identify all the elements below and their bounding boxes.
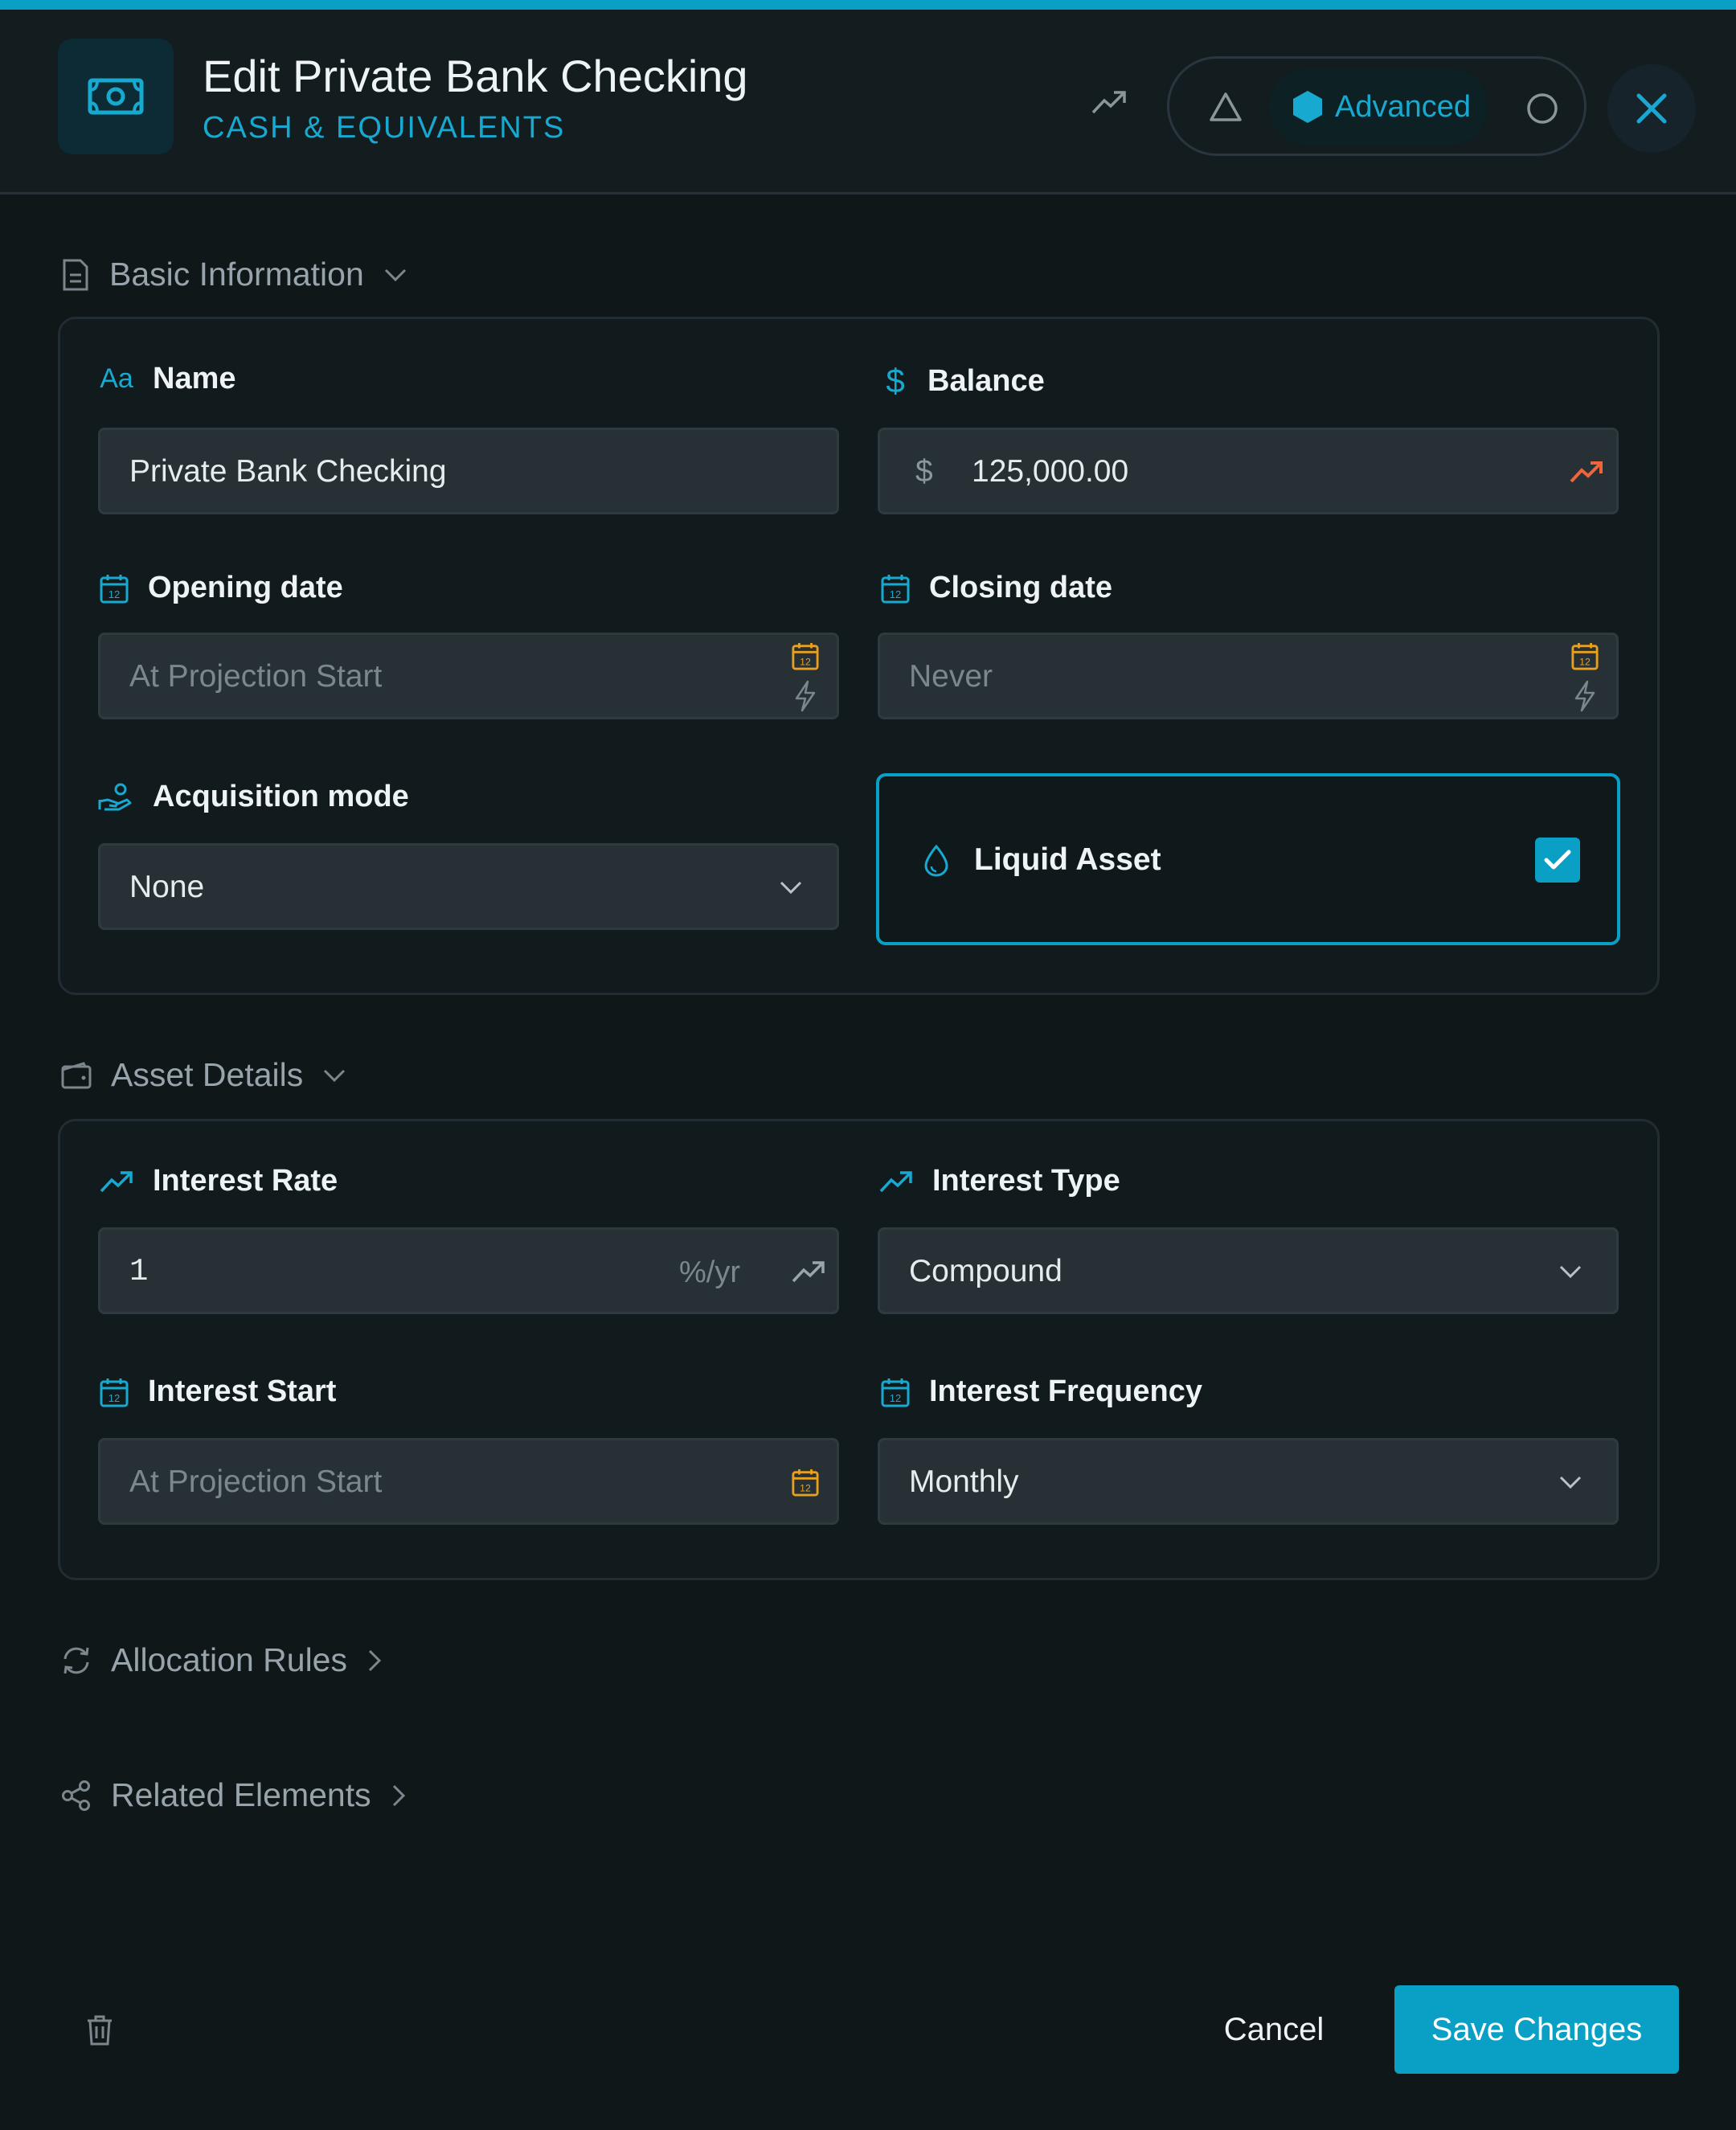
lightning-icon[interactable] — [793, 680, 817, 712]
chevron-down-icon — [779, 879, 803, 895]
trend-up-icon[interactable] — [1570, 461, 1603, 483]
svg-text:12: 12 — [890, 1392, 901, 1404]
liquid-asset-label: Liquid Asset — [974, 842, 1161, 877]
trash-icon — [86, 2014, 113, 2046]
cancel-button[interactable]: Cancel — [1206, 1985, 1342, 2074]
interest-type-value: Compound — [909, 1254, 1062, 1288]
close-icon — [1636, 92, 1668, 125]
liquid-asset-checkbox[interactable] — [1535, 838, 1580, 883]
chevron-down-icon — [322, 1067, 346, 1083]
interest-frequency-label: 12 Interest Frequency — [881, 1374, 1202, 1409]
droplet-icon — [923, 844, 950, 878]
acquisition-mode-label: Acquisition mode — [98, 780, 409, 814]
interest-frequency-value: Monthly — [909, 1464, 1019, 1499]
wallet-icon — [61, 1061, 92, 1089]
chevron-down-icon — [383, 267, 407, 283]
interest-type-label: Interest Type — [879, 1164, 1120, 1198]
section-label: Basic Information — [109, 256, 364, 293]
dialog-header: Edit Private Bank Checking CASH & EQUIVA… — [0, 10, 1736, 195]
svg-text:12: 12 — [108, 588, 120, 600]
name-value: Private Bank Checking — [129, 454, 447, 489]
close-button[interactable] — [1607, 64, 1696, 153]
chevron-right-icon — [391, 1784, 407, 1808]
section-asset-details[interactable]: Asset Details — [61, 1056, 346, 1094]
section-related-elements[interactable]: Related Elements — [61, 1776, 407, 1814]
interest-start-placeholder: At Projection Start — [129, 1464, 383, 1499]
calendar-picker-icon[interactable]: 12 — [792, 641, 819, 670]
name-input[interactable]: Private Bank Checking — [98, 428, 839, 514]
hand-coins-icon — [98, 782, 133, 813]
opening-date-label: 12 Opening date — [100, 571, 343, 605]
triangle-icon[interactable] — [1202, 83, 1250, 131]
calendar-icon: 12 — [881, 573, 910, 604]
svg-text:12: 12 — [108, 1392, 120, 1404]
svg-text:12: 12 — [1579, 656, 1591, 667]
chevron-down-icon — [1558, 1474, 1582, 1490]
interest-start-input[interactable]: At Projection Start 12 — [98, 1438, 839, 1525]
trend-icon — [879, 1170, 913, 1193]
interest-rate-input[interactable]: 1 %/yr — [98, 1227, 839, 1314]
interest-rate-label: Interest Rate — [100, 1164, 338, 1198]
calendar-picker-icon[interactable]: 12 — [792, 1468, 819, 1497]
balance-input[interactable]: $ 125,000.00 — [878, 428, 1619, 514]
calendar-icon: 12 — [100, 1377, 129, 1407]
calendar-icon: 12 — [881, 1377, 910, 1407]
section-basic-information[interactable]: Basic Information — [61, 256, 407, 293]
trend-icon[interactable] — [1085, 78, 1133, 126]
circle-icon[interactable] — [1520, 86, 1565, 131]
refresh-icon — [61, 1645, 92, 1676]
svg-text:12: 12 — [800, 1482, 811, 1493]
trend-icon[interactable] — [792, 1260, 825, 1283]
name-label: Aa Name — [100, 362, 236, 395]
balance-label: $ Balance — [882, 362, 1044, 400]
checkmark-icon — [1544, 849, 1571, 871]
interest-frequency-select[interactable]: Monthly — [878, 1438, 1619, 1525]
opening-date-placeholder: At Projection Start — [129, 659, 383, 694]
mode-advanced-label: Advanced — [1335, 89, 1472, 124]
dollar-icon: $ — [886, 362, 905, 399]
dialog-subtitle: CASH & EQUIVALENTS — [203, 111, 566, 145]
currency-symbol: $ — [915, 454, 933, 489]
svg-text:12: 12 — [890, 588, 901, 600]
acquisition-mode-select[interactable]: None — [98, 843, 839, 930]
document-icon — [61, 259, 90, 291]
calendar-picker-icon[interactable]: 12 — [1571, 641, 1599, 670]
lightning-icon[interactable] — [1573, 680, 1597, 712]
closing-date-input[interactable]: Never 12 — [878, 633, 1619, 719]
svg-text:12: 12 — [800, 656, 811, 667]
interest-start-label: 12 Interest Start — [100, 1374, 336, 1409]
calendar-icon: 12 — [100, 573, 129, 604]
mode-advanced-button[interactable]: Advanced — [1269, 68, 1488, 145]
trend-icon — [100, 1170, 133, 1193]
dialog-title: Edit Private Bank Checking — [203, 51, 748, 101]
banknote-icon — [58, 39, 174, 154]
text-icon: Aa — [100, 363, 133, 394]
balance-value: 125,000.00 — [972, 454, 1129, 489]
save-changes-button[interactable]: Save Changes — [1394, 1985, 1679, 2074]
interest-rate-value: 1 — [129, 1254, 149, 1289]
opening-date-input[interactable]: At Projection Start 12 — [98, 633, 839, 719]
section-label: Related Elements — [111, 1776, 371, 1813]
closing-date-label: 12 Closing date — [881, 571, 1112, 605]
interest-rate-unit: %/yr — [679, 1255, 740, 1289]
chevron-right-icon — [366, 1649, 383, 1673]
acquisition-mode-value: None — [129, 870, 205, 904]
delete-button[interactable] — [80, 2009, 119, 2051]
section-label: Allocation Rules — [111, 1641, 347, 1678]
top-accent-bar — [0, 0, 1736, 10]
closing-date-placeholder: Never — [909, 659, 993, 694]
section-allocation-rules[interactable]: Allocation Rules — [61, 1641, 383, 1679]
hexagon-icon — [1292, 89, 1324, 125]
chevron-down-icon — [1558, 1264, 1582, 1280]
interest-type-select[interactable]: Compound — [878, 1227, 1619, 1314]
liquid-asset-toggle[interactable]: Liquid Asset — [876, 773, 1620, 945]
share-icon — [61, 1780, 92, 1812]
section-label: Asset Details — [111, 1056, 304, 1093]
mode-toggle-group: Advanced — [1167, 56, 1587, 156]
